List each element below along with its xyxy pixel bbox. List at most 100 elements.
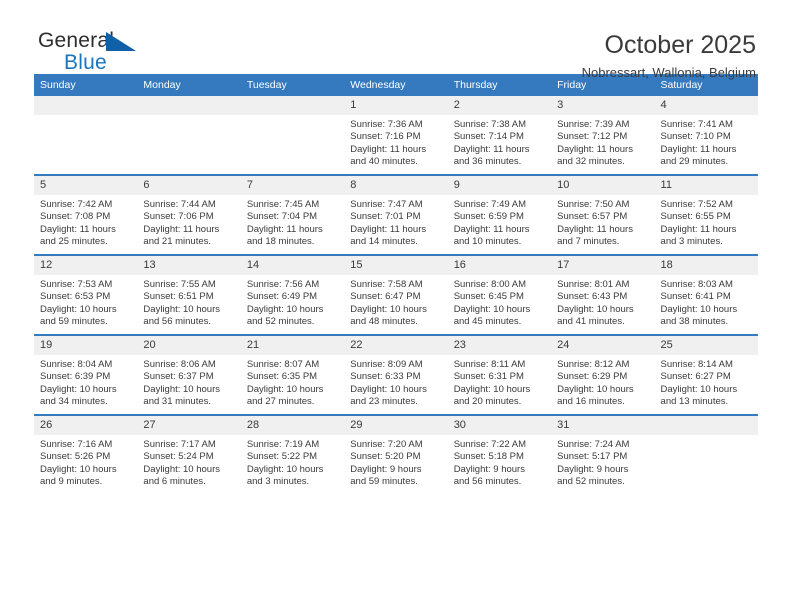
sunrise-text: Sunrise: 7:41 AM [660, 119, 733, 130]
day-number: 4 [654, 96, 758, 115]
calendar-day-cell[interactable]: 28 Sunrise: 7:19 AM Sunset: 5:22 PM Dayligh… [240, 414, 345, 494]
page-title: October 2025 [604, 31, 757, 59]
calendar-day-cell[interactable]: 29 Sunrise: 7:20 AM Sunset: 5:20 PM Dayligh… [344, 414, 448, 494]
sunrise-text: Sunrise: 7:44 AM [143, 199, 216, 210]
calendar-day-cell[interactable]: 27 Sunrise: 7:17 AM Sunset: 5:24 PM Dayligh… [137, 414, 241, 494]
triangle-icon [106, 32, 136, 51]
day-number: 23 [447, 336, 552, 355]
calendar-day-cell[interactable]: 12 Sunrise: 7:53 AM Sunset: 6:53 PM Dayligh… [34, 254, 138, 335]
daylight-text: and 7 minutes. [557, 236, 620, 248]
daylight-text: Daylight: 10 hours [453, 303, 531, 315]
calendar-day-cell[interactable]: 22 Sunrise: 8:09 AM Sunset: 6:33 PM Dayligh… [344, 334, 448, 415]
calendar-day-cell[interactable]: 6 Sunrise: 7:44 AM Sunset: 7:06 PM Daylight… [137, 174, 241, 255]
sun-info: Sunrise: 8:03 AM Sunset: 6:41 PM Daylight:… [655, 275, 758, 329]
daylight-text: Daylight: 10 hours [350, 383, 427, 395]
calendar-day-cell[interactable]: 10 Sunrise: 7:50 AM Sunset: 6:57 PM Dayligh… [551, 174, 655, 255]
sun-info: Sunrise: 7:44 AM Sunset: 7:06 PM Daylight:… [137, 195, 240, 249]
calendar-week-row: 5 Sunrise: 7:42 AM Sunset: 7:08 PM Daylight… [34, 174, 758, 255]
daylight-text: and 36 minutes. [453, 156, 522, 168]
daylight-text: and 32 minutes. [557, 156, 625, 168]
daylight-text: Daylight: 10 hours [40, 463, 117, 475]
sunrise-text: Sunrise: 7:47 AM [350, 199, 423, 210]
daylight-text: and 18 minutes. [246, 236, 315, 248]
day-number: 7 [240, 176, 345, 195]
sunrise-text: Sunrise: 8:06 AM [143, 359, 216, 370]
sunset-text: Sunset: 7:16 PM [350, 131, 421, 143]
daylight-text: and 56 minutes. [453, 476, 522, 488]
daylight-text: and 52 minutes. [557, 476, 625, 488]
brand-logo[interactable]: General Blue [34, 30, 158, 73]
calendar-day-cell[interactable]: 5 Sunrise: 7:42 AM Sunset: 7:08 PM Daylight… [34, 174, 138, 255]
sunset-text: Sunset: 5:18 PM [453, 451, 524, 463]
calendar-day-cell[interactable]: 2 Sunrise: 7:38 AM Sunset: 7:14 PM Daylight… [447, 96, 552, 175]
daylight-text: Daylight: 11 hours [660, 223, 737, 235]
daylight-text: and 16 minutes. [557, 396, 625, 408]
sunrise-text: Sunrise: 8:11 AM [453, 359, 526, 370]
calendar-day-cell[interactable]: 7 Sunrise: 7:45 AM Sunset: 7:04 PM Daylight… [240, 174, 345, 255]
calendar-day-cell[interactable]: 24 Sunrise: 8:12 AM Sunset: 6:29 PM Dayligh… [551, 334, 655, 415]
sunset-text: Sunset: 7:06 PM [143, 211, 214, 223]
sunset-text: Sunset: 7:01 PM [350, 211, 421, 223]
calendar-day-cell[interactable]: 14 Sunrise: 7:56 AM Sunset: 6:49 PM Dayligh… [240, 254, 345, 335]
daylight-text: Daylight: 10 hours [143, 463, 220, 475]
calendar-day-cell[interactable]: 1 Sunrise: 7:36 AM Sunset: 7:16 PM Daylight… [344, 96, 448, 175]
calendar-day-cell[interactable]: 30 Sunrise: 7:22 AM Sunset: 5:18 PM Dayligh… [447, 414, 552, 494]
sun-info: Sunrise: 7:50 AM Sunset: 6:57 PM Daylight:… [551, 195, 654, 249]
sunrise-text: Sunrise: 8:12 AM [557, 359, 630, 370]
daylight-text: Daylight: 10 hours [143, 303, 220, 315]
calendar-page: General Blue October 2025 Nobressart, Wa… [0, 0, 792, 612]
daylight-text: Daylight: 10 hours [40, 383, 117, 395]
sun-info: Sunrise: 7:16 AM Sunset: 5:26 PM Daylight:… [34, 435, 137, 489]
day-number: 27 [137, 416, 241, 435]
sunrise-text: Sunrise: 7:36 AM [350, 119, 423, 130]
day-number: 15 [344, 256, 448, 275]
daylight-text: and 3 minutes. [660, 236, 723, 248]
sun-info: Sunrise: 7:39 AM Sunset: 7:12 PM Daylight:… [551, 115, 654, 169]
sunset-text: Sunset: 6:49 PM [246, 291, 318, 303]
calendar-day-cell[interactable]: 19 Sunrise: 8:04 AM Sunset: 6:39 PM Dayligh… [34, 334, 138, 415]
calendar-day-cell[interactable]: 21 Sunrise: 8:07 AM Sunset: 6:35 PM Dayligh… [240, 334, 345, 415]
sunset-text: Sunset: 6:43 PM [557, 291, 628, 303]
daylight-text: and 14 minutes. [350, 236, 418, 248]
sun-info: Sunrise: 7:56 AM Sunset: 6:49 PM Daylight:… [241, 275, 344, 329]
calendar-day-cell[interactable]: 16 Sunrise: 8:00 AM Sunset: 6:45 PM Dayligh… [447, 254, 552, 335]
calendar-week-row: 1 Sunrise: 7:36 AM Sunset: 7:16 PM Daylight… [34, 96, 758, 175]
calendar-day-cell[interactable]: 17 Sunrise: 8:01 AM Sunset: 6:43 PM Dayligh… [551, 254, 655, 335]
calendar-day-cell[interactable]: 3 Sunrise: 7:39 AM Sunset: 7:12 PM Daylight… [551, 96, 655, 175]
sunrise-text: Sunrise: 7:49 AM [453, 199, 527, 210]
day-number: 1 [344, 96, 448, 115]
calendar-day-cell[interactable]: 15 Sunrise: 7:58 AM Sunset: 6:47 PM Dayligh… [344, 254, 448, 335]
sunrise-text: Sunrise: 7:55 AM [143, 279, 216, 290]
calendar-day-cell[interactable]: 4 Sunrise: 7:41 AM Sunset: 7:10 PM Daylight… [654, 96, 758, 175]
calendar-day-cell[interactable]: 26 Sunrise: 7:16 AM Sunset: 5:26 PM Dayligh… [34, 414, 138, 494]
sunset-text: Sunset: 7:08 PM [40, 211, 111, 223]
sun-info: Sunrise: 7:47 AM Sunset: 7:01 PM Daylight:… [344, 195, 447, 249]
daylight-text: Daylight: 11 hours [40, 223, 116, 235]
daylight-text: and 29 minutes. [660, 156, 729, 168]
calendar-day-cell[interactable]: 31 Sunrise: 7:24 AM Sunset: 5:17 PM Dayligh… [551, 414, 655, 494]
sunrise-text: Sunrise: 8:00 AM [453, 279, 527, 290]
calendar-day-cell[interactable]: 18 Sunrise: 8:03 AM Sunset: 6:41 PM Dayligh… [654, 254, 758, 335]
calendar-day-cell[interactable]: 13 Sunrise: 7:55 AM Sunset: 6:51 PM Dayligh… [137, 254, 241, 335]
sun-info: Sunrise: 7:24 AM Sunset: 5:17 PM Daylight:… [551, 435, 654, 489]
sunrise-text: Sunrise: 8:01 AM [557, 279, 630, 290]
daylight-text: Daylight: 10 hours [246, 303, 324, 315]
daylight-text: and 59 minutes. [40, 316, 108, 328]
calendar-day-cell[interactable]: 25 Sunrise: 8:14 AM Sunset: 6:27 PM Dayligh… [654, 334, 758, 415]
calendar-day-cell[interactable]: 23 Sunrise: 8:11 AM Sunset: 6:31 PM Dayligh… [447, 334, 552, 415]
daylight-text: and 34 minutes. [40, 396, 108, 408]
calendar-day-cell[interactable]: 20 Sunrise: 8:06 AM Sunset: 6:37 PM Dayligh… [137, 334, 241, 415]
weekday-header-tuesday: Tuesday [240, 74, 345, 96]
day-number [654, 416, 758, 435]
weekday-header-monday: Monday [137, 74, 241, 96]
calendar-day-cell[interactable]: 8 Sunrise: 7:47 AM Sunset: 7:01 PM Daylight… [344, 174, 448, 255]
sunset-text: Sunset: 6:31 PM [453, 371, 524, 383]
weekday-header-wednesday: Wednesday [344, 74, 448, 96]
daylight-text: and 3 minutes. [246, 476, 310, 488]
day-number: 8 [344, 176, 448, 195]
daylight-text: Daylight: 10 hours [143, 383, 220, 395]
calendar-week-row: 26 Sunrise: 7:16 AM Sunset: 5:26 PM Dayligh… [34, 414, 758, 494]
calendar-day-cell[interactable]: 11 Sunrise: 7:52 AM Sunset: 6:55 PM Dayligh… [654, 174, 758, 255]
calendar-day-cell[interactable]: 9 Sunrise: 7:49 AM Sunset: 6:59 PM Daylight… [447, 174, 552, 255]
calendar-empty-cell [34, 96, 138, 175]
